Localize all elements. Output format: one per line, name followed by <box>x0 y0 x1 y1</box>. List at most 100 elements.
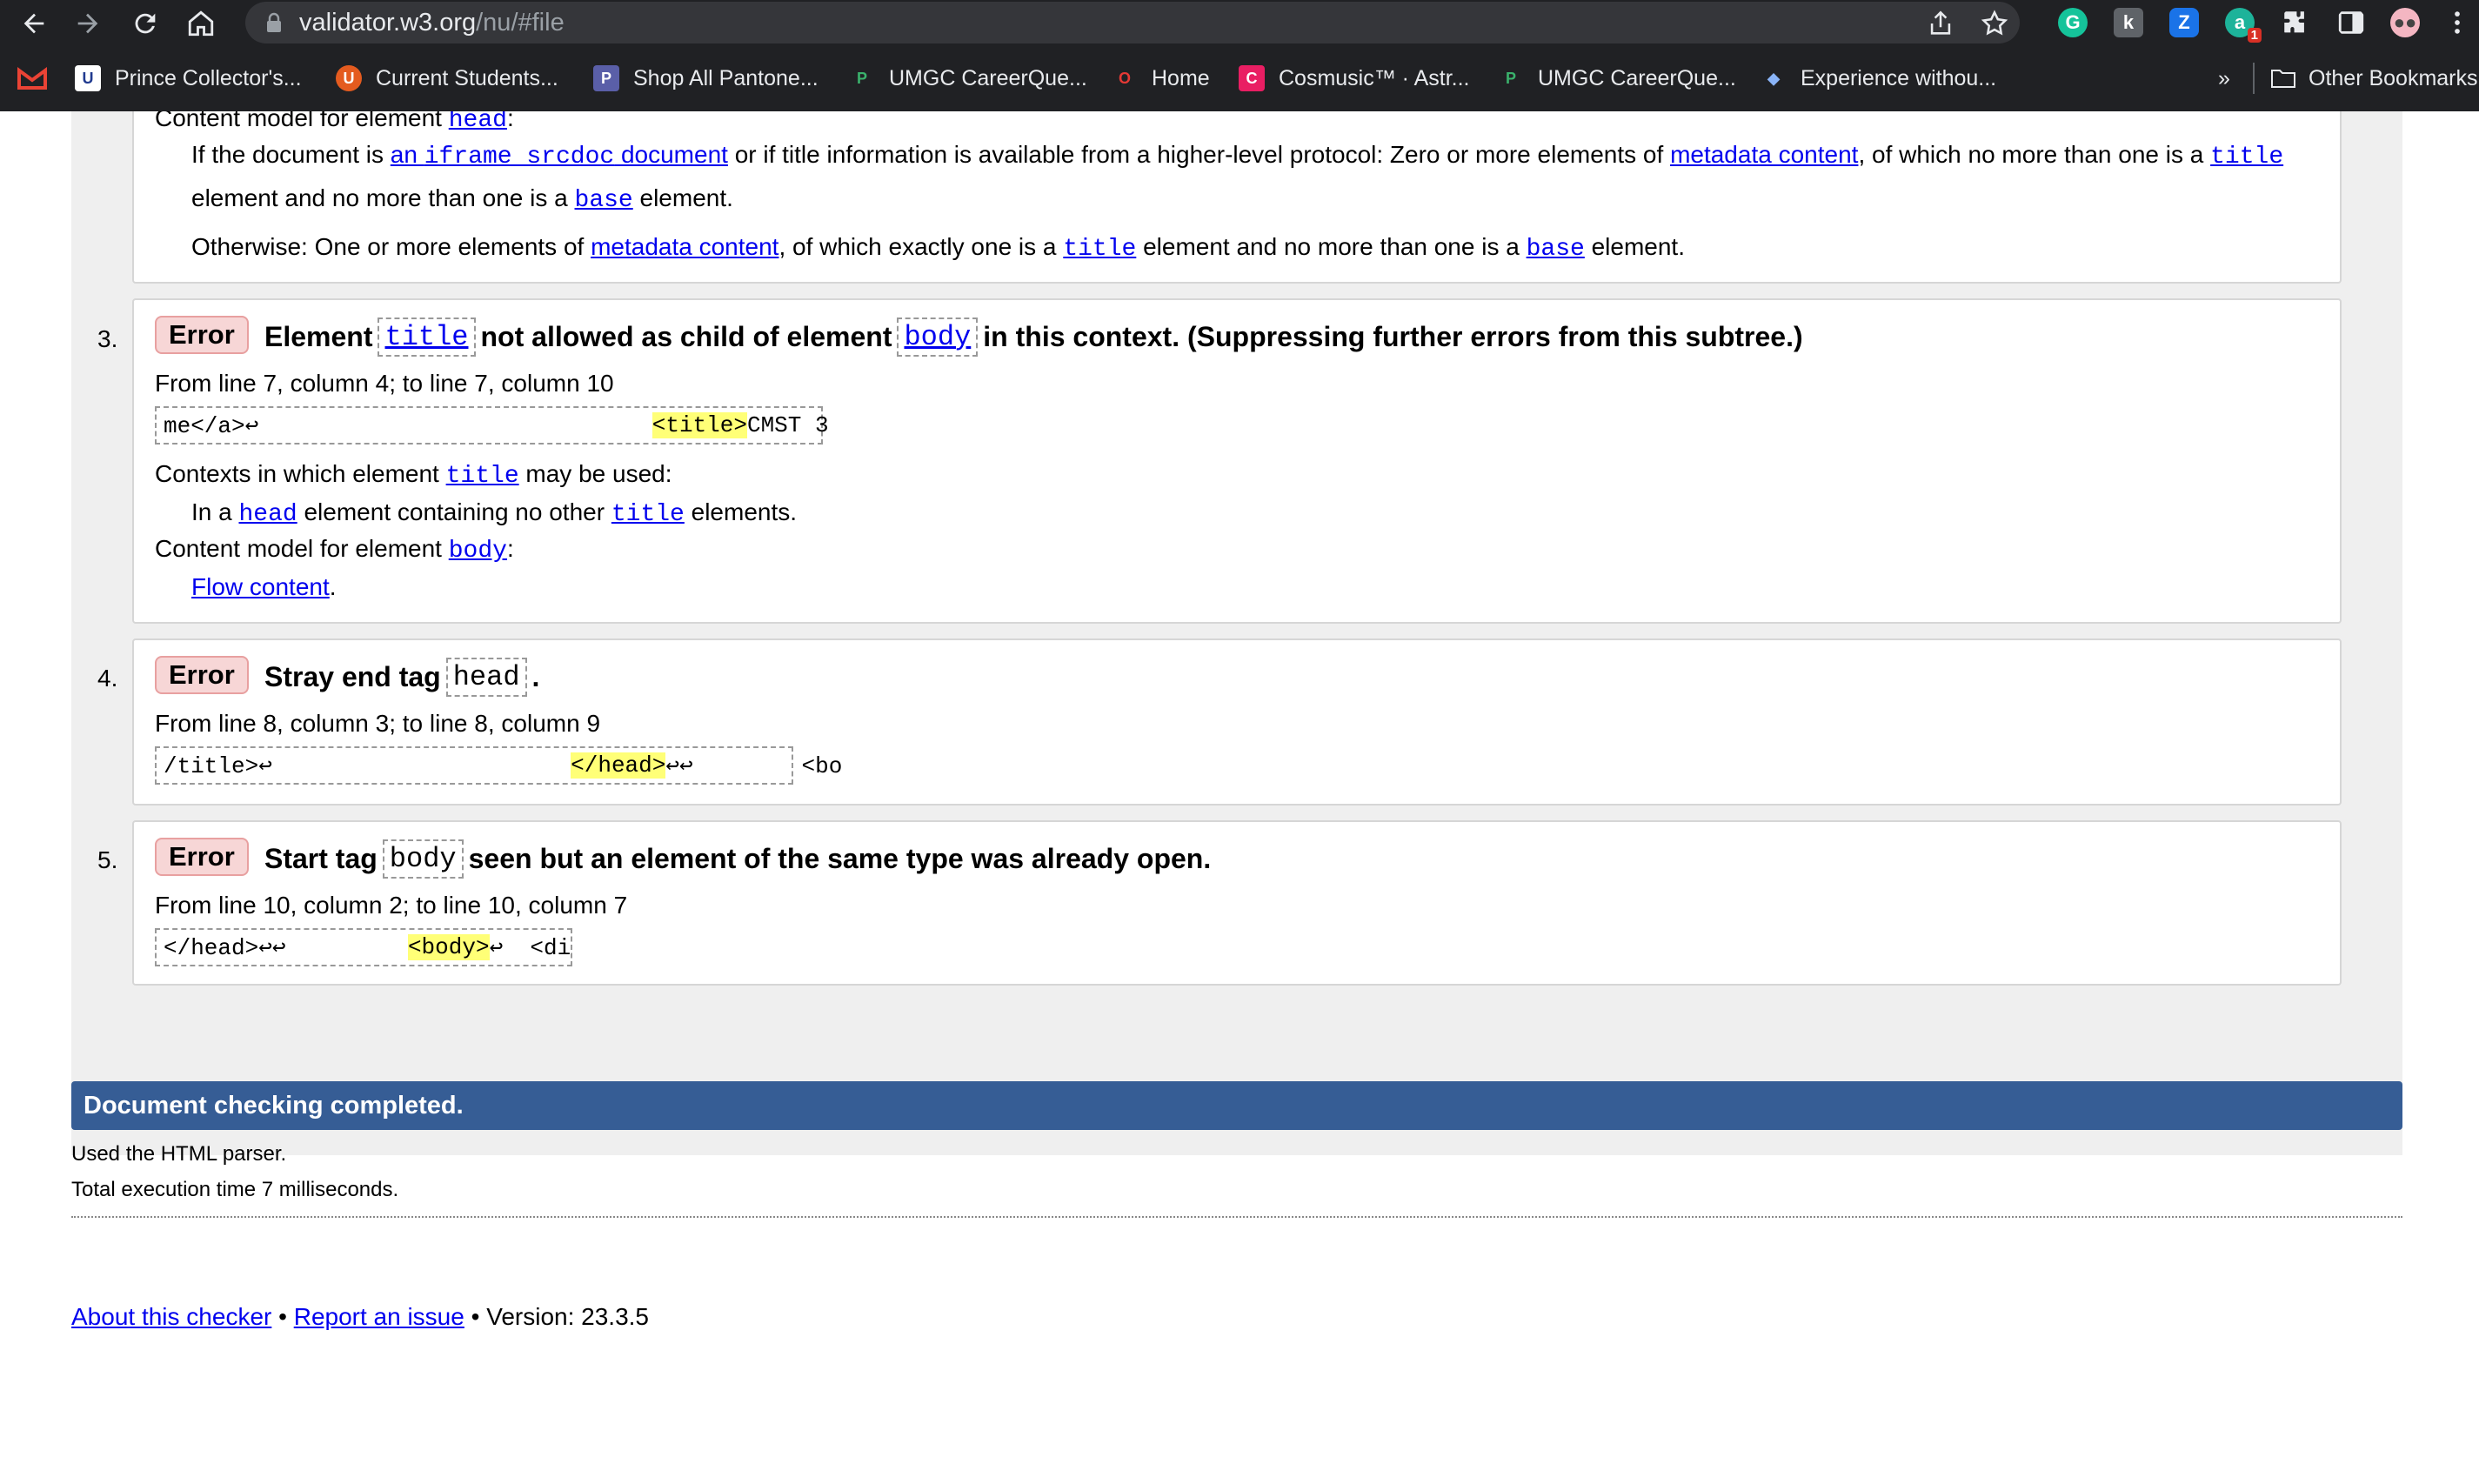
extension-badge-count: 1 <box>2247 28 2262 43</box>
pantone-icon: P <box>593 65 619 91</box>
error-badge: Error <box>155 656 249 694</box>
title-link[interactable]: title <box>611 501 685 528</box>
browser-toolbar: validator.w3.org/nu/#file G k Z a 1 ●● <box>0 0 2479 46</box>
share-icon[interactable] <box>1926 9 1955 38</box>
bookmark-label: Current Students... <box>376 65 558 90</box>
cosmusic-icon: C <box>1239 65 1265 91</box>
bookmarks-bar: U Prince Collector's... U Current Students… <box>0 56 2479 101</box>
other-bookmarks-label: Other Bookmarks <box>2309 65 2478 90</box>
head-link[interactable]: head <box>449 111 507 134</box>
other-bookmarks[interactable]: Other Bookmarks <box>2253 63 2478 94</box>
title-link[interactable]: title <box>446 463 519 490</box>
bookmark-item[interactable]: ◆ Experience withou... <box>1761 63 1996 94</box>
bookmark-label: Cosmusic™ · Astr... <box>1279 65 1470 90</box>
careerquest-icon: P <box>856 69 867 87</box>
umgc-icon: U <box>336 65 362 91</box>
bookmark-item[interactable]: P UMGC CareerQue... <box>1498 63 1736 94</box>
body-link[interactable]: body <box>897 317 979 357</box>
error-card: Error Start tag body seen but an element… <box>132 820 2342 986</box>
forward-button[interactable] <box>70 5 106 42</box>
side-panel-icon[interactable] <box>2336 8 2366 37</box>
title-link[interactable]: title <box>2210 144 2283 170</box>
base-link[interactable]: base <box>1527 236 1585 263</box>
content-model-heading: Content model for element head: <box>155 111 514 134</box>
report-issue-link[interactable]: Report an issue <box>294 1303 464 1330</box>
bookmark-item[interactable]: U Current Students... <box>336 63 558 94</box>
star-icon[interactable] <box>1980 9 2009 38</box>
diamond-icon: ◆ <box>1767 69 1780 87</box>
browser-chrome: validator.w3.org/nu/#file G k Z a 1 ●● U… <box>0 0 2479 111</box>
profile-avatar[interactable]: ●● <box>2390 8 2420 37</box>
url-text: validator.w3.org/nu/#file <box>299 9 565 37</box>
arrow-left-icon <box>23 13 44 34</box>
reload-button[interactable] <box>127 5 164 42</box>
source-extract: /title>↩ </head> ↩↩ <bo <box>155 746 842 785</box>
more-menu-icon[interactable] <box>2442 8 2472 37</box>
code-head: head <box>445 657 527 697</box>
source-extract: me</a>↩ <title> CMST 3 <box>155 406 829 445</box>
metadata-content-link[interactable]: metadata content <box>591 233 778 260</box>
puzzle-icon[interactable] <box>2281 8 2310 37</box>
address-bar[interactable]: validator.w3.org/nu/#file <box>245 2 2020 43</box>
error-location: From line 7, column 4; to line 7, column… <box>155 370 614 397</box>
bookmark-label: Experience withou... <box>1801 65 1997 90</box>
bookmarks-overflow[interactable]: » <box>2218 63 2230 94</box>
error-badge: Error <box>155 316 249 354</box>
contexts-heading: Contexts in which element title may be u… <box>155 460 672 490</box>
folder-icon <box>2271 70 2295 88</box>
contexts-line: In a head element containing no other ti… <box>191 498 798 528</box>
home-button[interactable] <box>183 5 219 42</box>
footer-separator: • <box>271 1303 294 1330</box>
arrow-right-icon <box>77 13 98 34</box>
bookmark-item[interactable]: C Cosmusic™ · Astr... <box>1239 63 1469 94</box>
bookmark-item[interactable]: U Prince Collector's... <box>75 63 302 94</box>
error-number: 5. <box>97 846 118 873</box>
content-model-line-3: Otherwise: One or more elements of metad… <box>191 233 1685 263</box>
title-link[interactable]: title <box>1063 236 1136 263</box>
content-model-line: Flow content. <box>191 573 337 600</box>
metadata-content-link[interactable]: metadata content <box>1670 141 1858 168</box>
bookmark-item[interactable]: P UMGC CareerQue... <box>849 63 1087 94</box>
error-location: From line 10, column 2; to line 10, colu… <box>155 892 628 919</box>
base-link[interactable]: base <box>575 187 633 214</box>
error-number: 3. <box>97 325 118 352</box>
home-ring-icon: O <box>1118 69 1131 87</box>
error-message: Start tag body seen but an element of th… <box>264 838 1211 879</box>
body-link[interactable]: body <box>449 538 507 565</box>
footer: About this checker • Report an issue • V… <box>71 1303 649 1331</box>
extension-badge-icon[interactable]: a 1 <box>2225 8 2262 43</box>
parser-note: Used the HTML parser. <box>71 1142 287 1166</box>
version-text: • Version: 23.3.5 <box>464 1303 649 1330</box>
bookmark-label: UMGC CareerQue... <box>1538 65 1736 90</box>
lock-icon <box>267 12 281 32</box>
about-checker-link[interactable]: About this checker <box>71 1303 271 1330</box>
content-model-line-1: If the document is an iframe srcdoc docu… <box>191 141 2284 170</box>
uhb-icon: U <box>75 65 101 91</box>
head-link[interactable]: head <box>238 501 297 528</box>
reload-icon <box>135 13 156 34</box>
title-link[interactable]: title <box>378 317 476 357</box>
error-location: From line 8, column 3; to line 8, column… <box>155 710 601 737</box>
page-content: Content model for element head: If the d… <box>0 111 2479 1484</box>
zoom-extension-icon[interactable]: Z <box>2169 8 2199 37</box>
error-badge: Error <box>155 838 249 876</box>
error-card-partial: Content model for element head: If the d… <box>132 111 2342 284</box>
flow-content-link[interactable]: Flow content <box>191 573 330 600</box>
code-body: body <box>382 839 464 879</box>
grammarly-extension-icon[interactable]: G <box>2058 8 2088 37</box>
error-number: 4. <box>97 665 118 692</box>
execution-time-note: Total execution time 7 milliseconds. <box>71 1178 399 1201</box>
bookmark-item[interactable]: P Shop All Pantone... <box>593 63 819 94</box>
error-message: Stray end tag head . <box>264 656 539 698</box>
gmail-bookmark[interactable] <box>17 63 47 94</box>
bookmark-label: Prince Collector's... <box>115 65 302 90</box>
extension-k-icon[interactable]: k <box>2114 8 2143 37</box>
checking-completed-banner: Document checking completed. <box>71 1081 2402 1130</box>
error-card: Error Stray end tag head . From line 8, … <box>132 638 2342 806</box>
back-button[interactable] <box>16 5 52 42</box>
bookmark-label: Shop All Pantone... <box>633 65 819 90</box>
content-model-line-2: element and no more than one is a base e… <box>191 184 733 214</box>
iframe-srcdoc-link[interactable]: an iframe srcdoc document <box>391 141 728 170</box>
bookmark-label: UMGC CareerQue... <box>889 65 1087 90</box>
bookmark-item[interactable]: O Home <box>1112 63 1210 94</box>
